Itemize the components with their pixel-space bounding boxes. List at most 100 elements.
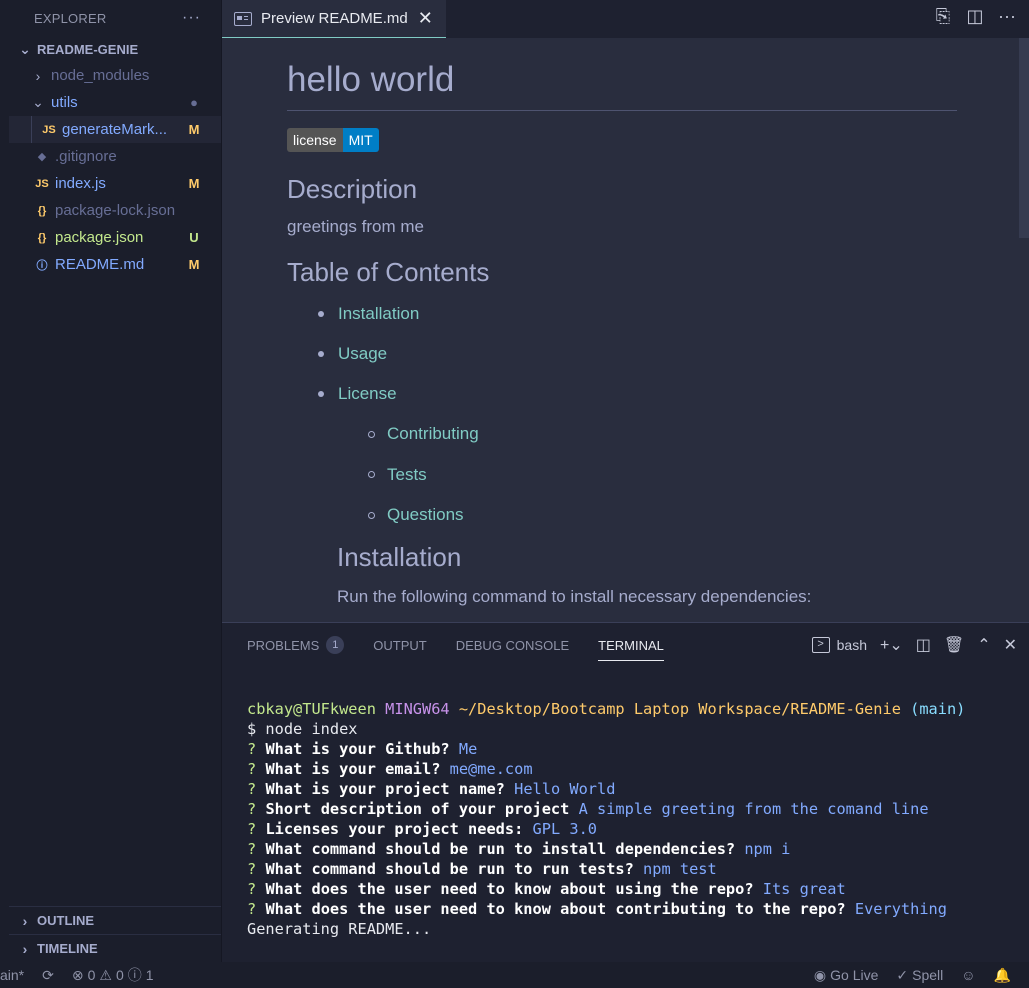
question-mark: ?: [247, 900, 257, 918]
notifications-button[interactable]: 🔔: [994, 967, 1011, 984]
more-actions-icon[interactable]: ···: [997, 6, 1017, 27]
status-bar: ain* ⟳ ⊗ 0 ⚠ 0 ⓘ 1 ◉ Go Live ✓ Spell ☺ 🔔: [0, 962, 1029, 988]
close-panel-icon[interactable]: ✕: [1004, 635, 1017, 655]
open-source-icon[interactable]: ⎘: [933, 6, 953, 27]
tree-item[interactable]: ⌄ utils ●: [9, 89, 221, 116]
toc-subitem: Tests: [318, 455, 957, 496]
toc-link[interactable]: Installation: [338, 304, 419, 324]
toc-item: License: [318, 374, 957, 414]
tree-item[interactable]: ⓘ README.md M: [9, 251, 221, 278]
project-name: README-GENIE: [37, 41, 139, 57]
license-badge: license MIT: [287, 128, 379, 152]
git-status-badge: ●: [190, 95, 198, 110]
question-text: What is your email?: [265, 760, 441, 778]
terminal-qa-line: ? What command should be run to run test…: [247, 859, 1027, 879]
tree-item-label: node_modules: [51, 67, 150, 84]
explorer-header: EXPLORER ···: [9, 0, 221, 36]
answer-text: me@me.com: [449, 760, 533, 778]
preview-icon: [234, 11, 252, 26]
tree-item[interactable]: {} package-lock.json: [9, 197, 221, 224]
terminal-output[interactable]: cbkay@TUFkween MINGW64 ~/Desktop/Bootcam…: [247, 699, 1027, 939]
activity-bar-edge: [0, 0, 9, 962]
terminal-command: $ node index: [247, 720, 358, 738]
sync-icon: ⟳: [42, 966, 54, 983]
spell-button[interactable]: ✓ Spell: [896, 967, 943, 984]
answer-text: Its great: [762, 880, 846, 898]
toc-subitem: Questions: [318, 495, 957, 536]
installation-heading: Installation: [337, 541, 462, 572]
json-file-icon: {}: [37, 204, 47, 217]
editor-tab-bar: Preview README.md ✕ ⎘ ◫ ···: [222, 0, 1029, 38]
trash-icon[interactable]: 🗑: [944, 635, 964, 655]
toc-link[interactable]: Contributing: [387, 424, 479, 444]
bullet: [368, 430, 375, 438]
terminal-qa-line: ? Licenses your project needs: GPL 3.0: [247, 819, 1027, 839]
timeline-section[interactable]: › TIMELINE: [9, 934, 221, 962]
tab-output[interactable]: OUTPUT: [373, 623, 426, 667]
tree-item[interactable]: JS generateMark... M: [9, 116, 221, 143]
tree-item-label: README.md: [55, 256, 145, 273]
check-icon: ✓: [896, 966, 909, 983]
toc-link[interactable]: Tests: [387, 465, 427, 485]
tab-debug-console[interactable]: DEBUG CONSOLE: [456, 623, 569, 667]
outline-section[interactable]: › OUTLINE: [9, 906, 221, 934]
question-text: What is your project name?: [265, 780, 505, 798]
bullet: [368, 511, 375, 519]
git-status-badge: M: [188, 176, 200, 191]
toc-link[interactable]: License: [338, 384, 397, 404]
tree-item-label: generateMark...: [62, 121, 168, 138]
split-terminal-icon[interactable]: ◫: [916, 635, 931, 655]
chevron-right-icon: ›: [22, 940, 28, 957]
chevron-right-icon: ›: [22, 912, 28, 929]
problems-indicator[interactable]: ⊗ 0 ⚠ 0 ⓘ 1: [72, 965, 154, 985]
tab-label: Preview README.md: [261, 10, 408, 27]
json-file-icon: {}: [37, 231, 47, 244]
preview-title: hello world: [287, 60, 957, 111]
maximize-panel-icon[interactable]: ⌃: [977, 635, 990, 655]
toc-link[interactable]: Questions: [387, 505, 464, 525]
question-text: What command should be run to install de…: [265, 840, 736, 858]
error-count: 0: [87, 967, 96, 983]
description-heading: Description: [287, 174, 418, 204]
terminal-qa-line: ? What does the user need to know about …: [247, 879, 1027, 899]
explorer-title: EXPLORER: [34, 10, 107, 26]
project-folder-header[interactable]: ⌄ README-GENIE: [9, 36, 221, 62]
tree-item-label: .gitignore: [55, 148, 117, 165]
terminal-icon[interactable]: >: [811, 637, 830, 653]
terminal-prompt-line: cbkay@TUFkween MINGW64 ~/Desktop/Bootcam…: [247, 699, 1027, 719]
tree-item[interactable]: {} package.json U: [9, 224, 221, 251]
tree-item[interactable]: › node_modules: [9, 62, 221, 89]
tab-label: OUTPUT: [373, 637, 427, 653]
bullet: [318, 311, 324, 317]
shell-label[interactable]: bash: [837, 637, 867, 653]
toc-link[interactable]: Usage: [338, 344, 387, 364]
bell-icon: 🔔: [993, 966, 1011, 983]
broadcast-icon: ◉: [813, 966, 827, 983]
go-live-button[interactable]: ◉ Go Live: [814, 967, 878, 984]
more-actions-icon[interactable]: ···: [182, 9, 201, 27]
tree-item[interactable]: JS index.js M: [9, 170, 221, 197]
tree-item-label: utils: [51, 94, 78, 111]
tab-problems[interactable]: PROBLEMS 1: [247, 623, 345, 667]
question-mark: ?: [247, 840, 257, 858]
close-icon[interactable]: ✕: [418, 8, 433, 29]
feedback-button[interactable]: ☺: [961, 967, 975, 983]
split-editor-icon[interactable]: ◫: [965, 6, 985, 27]
tree-item[interactable]: ◆ .gitignore: [9, 143, 221, 170]
editor-scrollbar[interactable]: [1019, 38, 1029, 238]
tab-label: DEBUG CONSOLE: [455, 637, 570, 653]
terminal-status-line: Generating README...: [247, 919, 1027, 939]
sync-button[interactable]: ⟳: [42, 967, 54, 984]
info-count: 1: [145, 967, 154, 983]
tab-terminal[interactable]: TERMINAL: [598, 623, 664, 667]
tab-label: TERMINAL: [598, 637, 664, 653]
branch-indicator[interactable]: ain*: [0, 967, 24, 983]
question-mark: ?: [247, 740, 257, 758]
question-text: Licenses your project needs:: [265, 820, 524, 838]
tab-preview-readme[interactable]: Preview README.md ✕: [222, 0, 446, 38]
terminal-qa-line: ? What is your project name? Hello World: [247, 779, 1027, 799]
answer-text: npm test: [643, 860, 717, 878]
badge-value: MIT: [342, 128, 379, 152]
feedback-icon: ☺: [961, 967, 976, 983]
add-terminal-icon[interactable]: +⌄: [880, 635, 903, 655]
